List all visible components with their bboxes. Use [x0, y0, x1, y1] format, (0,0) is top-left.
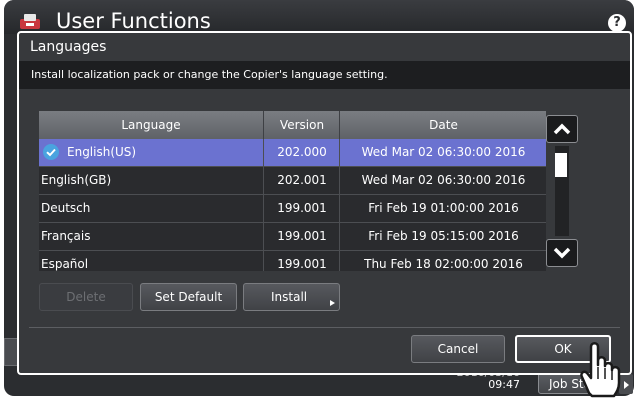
set-default-button[interactable]: Set Default: [140, 283, 237, 311]
cell-language: Deutsch: [41, 201, 91, 215]
cell-version: 202.000: [263, 139, 340, 167]
table-row[interactable]: Français 199.001 Fri Feb 19 05:15:00 201…: [39, 223, 546, 251]
languages-table: Language Version Date English(US) 202.00…: [39, 111, 546, 271]
install-button[interactable]: Install: [243, 283, 340, 311]
column-header-version: Version: [263, 111, 340, 139]
cell-date: Fri Feb 19 05:15:00 2016: [339, 223, 546, 251]
scroll-down-button[interactable]: [546, 239, 578, 267]
cell-date: Wed Mar 02 06:30:00 2016: [339, 167, 546, 195]
cell-date: Wed Mar 02 06:30:00 2016: [339, 139, 546, 167]
language-name: English(US): [67, 145, 137, 159]
chevron-down-icon: [553, 247, 571, 259]
cell-version: 199.001: [263, 195, 340, 223]
table-row[interactable]: English(GB) 202.001 Wed Mar 02 06:30:00 …: [39, 167, 546, 195]
column-header-date: Date: [339, 111, 546, 139]
cancel-button[interactable]: Cancel: [411, 335, 505, 363]
table-header: Language Version Date: [39, 111, 546, 140]
dialog-title: Languages: [30, 39, 107, 55]
cell-date: Thu Feb 18 02:00:00 2016: [339, 251, 546, 271]
dialog-divider: [29, 327, 620, 328]
user-functions-logo-icon: [18, 11, 44, 31]
cell-version: 202.001: [263, 167, 340, 195]
scroll-up-button[interactable]: [546, 115, 578, 143]
scrollbar-thumb[interactable]: [555, 153, 567, 177]
app-header: User Functions ?: [4, 0, 634, 34]
dialog-description: Install localization pack or change the …: [31, 68, 388, 81]
column-header-language: Language: [121, 118, 181, 132]
hand-pointer-icon: [580, 342, 621, 398]
table-body: English(US) 202.000 Wed Mar 02 06:30:00 …: [39, 139, 546, 271]
cell-language: Français: [41, 229, 91, 243]
clock-time: 09:47: [488, 378, 520, 391]
dialog-description-bar: Install localization pack or change the …: [19, 61, 630, 89]
cell-version: 199.001: [263, 223, 340, 251]
cell-version: 199.001: [263, 251, 340, 271]
cell-language: Español: [41, 257, 89, 271]
check-circle-icon: [43, 143, 59, 160]
cell-language: English(US): [43, 139, 263, 167]
table-row[interactable]: Español 199.001 Thu Feb 18 02:00:00 2016: [39, 251, 546, 271]
help-icon[interactable]: ?: [608, 14, 626, 32]
cell-language: English(GB): [41, 173, 112, 187]
table-row[interactable]: Deutsch 199.001 Fri Feb 19 01:00:00 2016: [39, 195, 546, 223]
languages-dialog: Languages Install localization pack or c…: [17, 31, 632, 375]
chevron-up-icon: [553, 123, 571, 135]
table-row[interactable]: English(US) 202.000 Wed Mar 02 06:30:00 …: [39, 139, 546, 167]
cell-date: Fri Feb 19 01:00:00 2016: [339, 195, 546, 223]
delete-button[interactable]: Delete: [39, 283, 133, 311]
